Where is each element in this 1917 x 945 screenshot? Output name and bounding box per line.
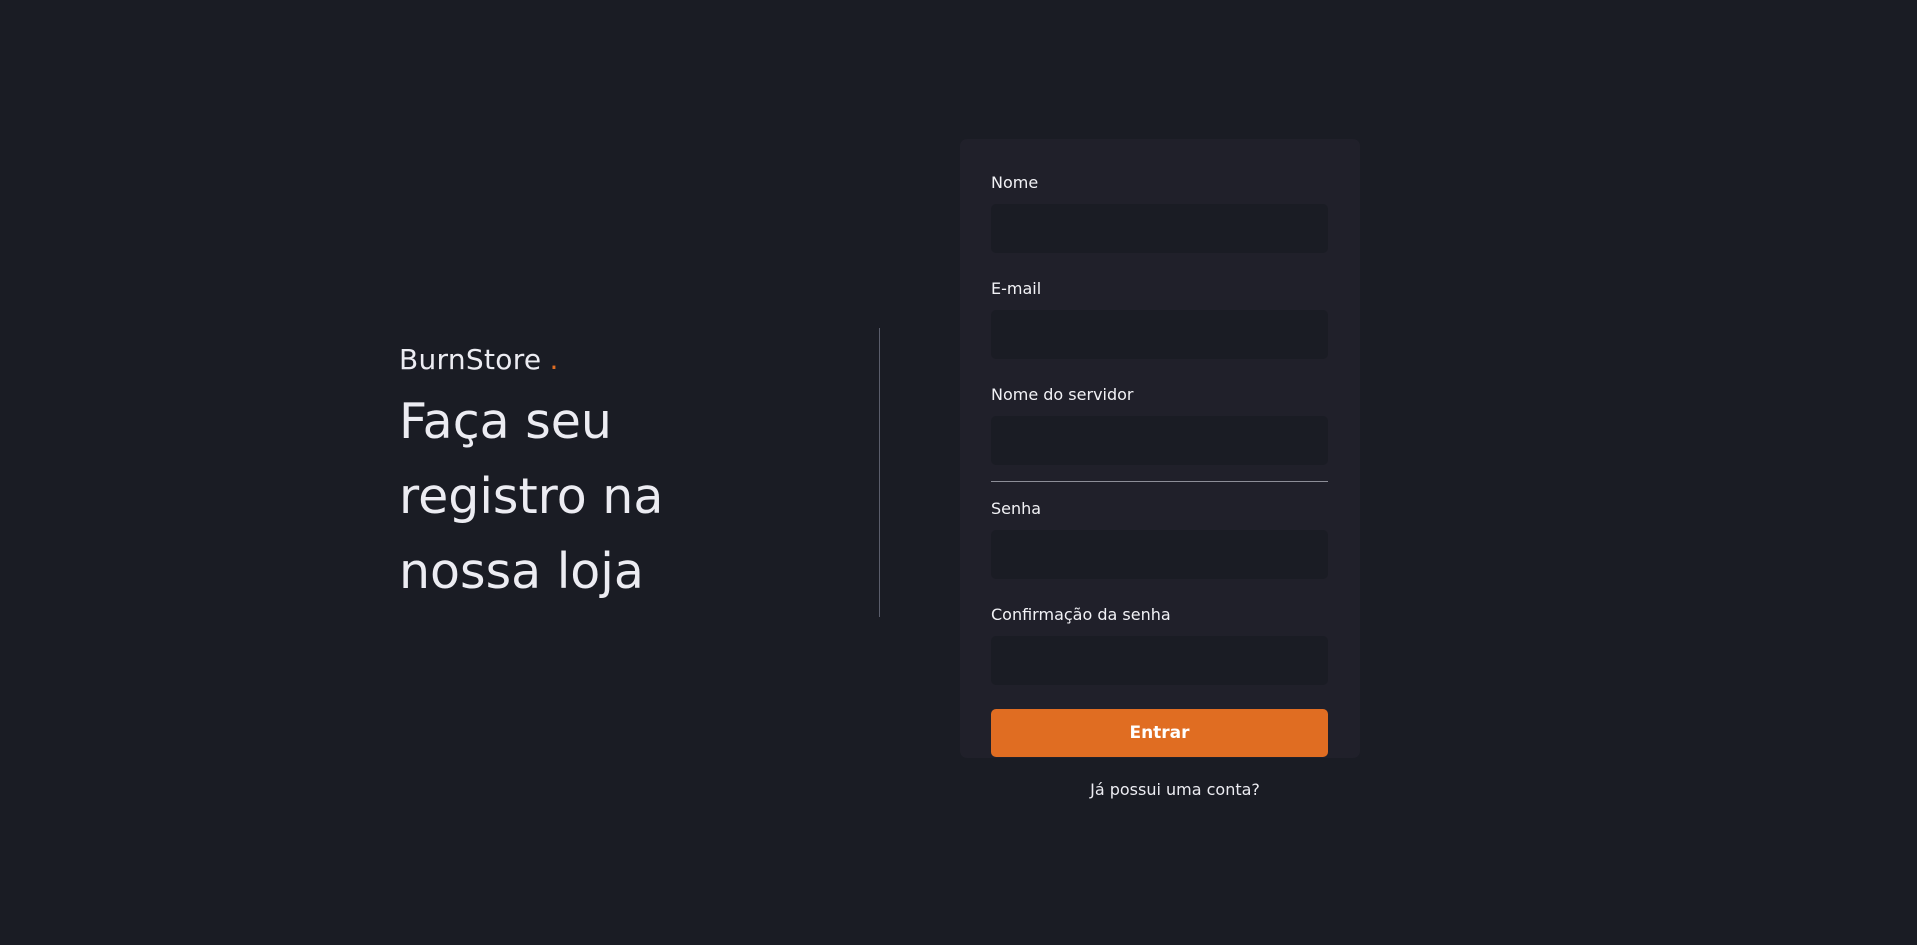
email-label: E-mail: [991, 279, 1042, 298]
brand-logo: BurnStore.: [399, 340, 819, 380]
password-confirm-input[interactable]: [991, 636, 1328, 685]
name-label: Nome: [991, 173, 1039, 192]
headline-line-1: Faça seu: [399, 393, 612, 450]
page-headline: Faça seu registro na nossa loja: [399, 384, 819, 609]
submit-button[interactable]: Entrar: [991, 709, 1328, 757]
login-link[interactable]: Já possui uma conta?: [960, 780, 1390, 799]
headline-line-3: nossa loja: [399, 543, 644, 600]
brand-name: BurnStore: [399, 343, 542, 376]
form-divider: [991, 481, 1328, 482]
server-name-input[interactable]: [991, 416, 1328, 465]
password-input[interactable]: [991, 530, 1328, 579]
register-form: Nome E-mail Nome do servidor Senha Confi…: [960, 139, 1360, 758]
headline-line-2: registro na: [399, 468, 664, 525]
brand-dot: .: [549, 343, 559, 376]
name-input[interactable]: [991, 204, 1328, 253]
password-label: Senha: [991, 499, 1042, 518]
vertical-divider: [879, 328, 880, 617]
password-confirm-label: Confirmação da senha: [991, 605, 1171, 624]
server-name-label: Nome do servidor: [991, 385, 1134, 404]
hero-section: BurnStore. Faça seu registro na nossa lo…: [399, 340, 819, 609]
email-input[interactable]: [991, 310, 1328, 359]
